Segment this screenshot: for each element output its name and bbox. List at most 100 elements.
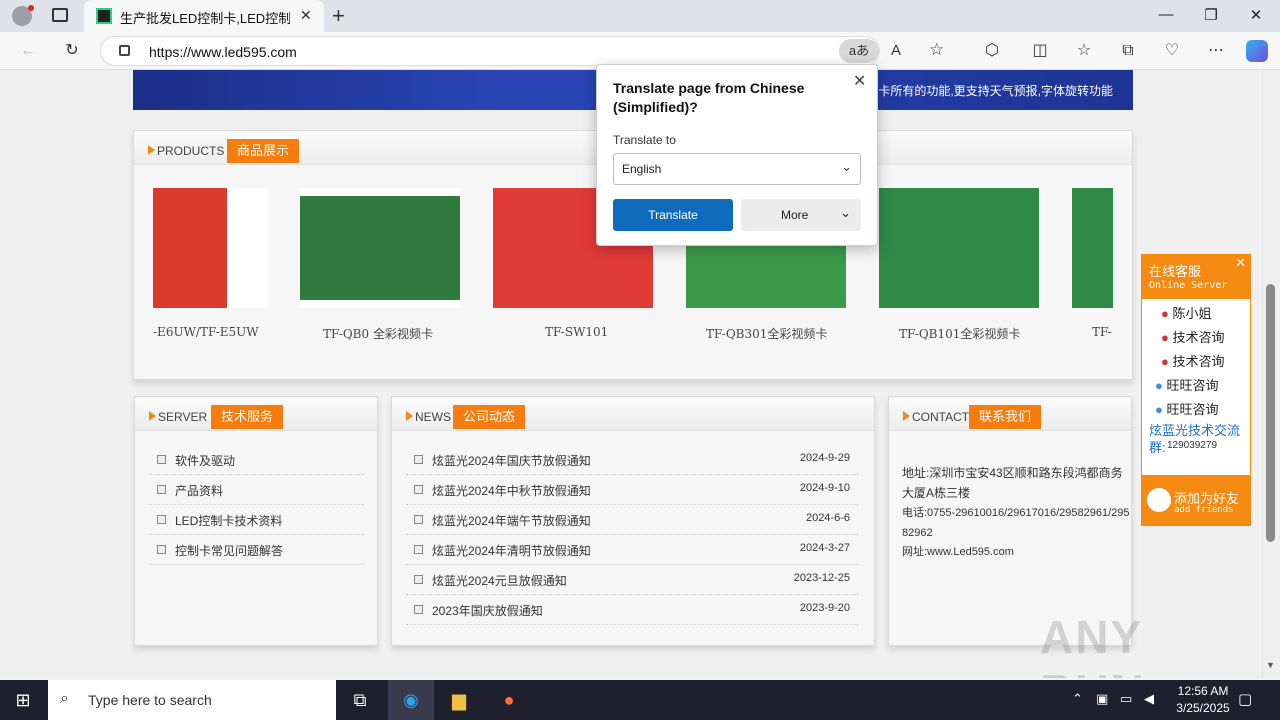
qq-icon: ● xyxy=(1161,306,1169,321)
firefox-icon[interactable]: ● xyxy=(486,680,532,720)
contact-website[interactable]: 网址:www.Led595.com xyxy=(902,543,1014,559)
collections-icon[interactable]: ⧉ xyxy=(1116,39,1140,63)
products-title: PRODUCTS xyxy=(148,144,224,158)
server-tag: 技术服务 xyxy=(211,405,284,429)
list-item[interactable]: LED控制卡技术资料 xyxy=(149,505,364,535)
notification-icon[interactable]: ▢ xyxy=(1238,690,1252,708)
news-title: NEWS xyxy=(406,410,451,424)
contact-phone: 电话:0755-29610016/29617016/29582961/29582… xyxy=(902,507,1130,539)
favorite-star-icon[interactable]: ☆ xyxy=(929,40,944,60)
banner-text: 卡所有的功能,更支持天气预报,字体旋转功能 xyxy=(878,84,1113,98)
tray-device-icon[interactable]: ▣ xyxy=(1096,691,1108,707)
task-view-icon[interactable]: ⧉ xyxy=(337,680,383,720)
product-image[interactable] xyxy=(1072,188,1113,308)
volume-icon[interactable]: ◀ xyxy=(1144,691,1154,707)
edge-icon[interactable]: ◉ xyxy=(388,680,434,720)
news-item[interactable]: 炫蓝光2024年中秋节放假通知 2024-9-10 xyxy=(406,475,858,505)
clock-time[interactable]: 12:56 AM xyxy=(1166,684,1240,698)
contact-title: CONTACT xyxy=(903,410,969,424)
taskbar-search[interactable]: ⌕ Type here to search xyxy=(48,680,336,720)
browser-essentials-icon[interactable]: ♡ xyxy=(1160,39,1184,63)
product-caption[interactable]: TF-QB0 全彩视频卡 xyxy=(323,325,433,342)
language-value: English xyxy=(622,162,662,176)
translate-button[interactable]: Translate xyxy=(613,199,733,231)
add-friends-en: add friends xyxy=(1174,505,1234,515)
add-friends-button[interactable]: 添加为好友 add friends xyxy=(1141,476,1251,526)
qq-icon: ● xyxy=(1161,354,1169,369)
list-item[interactable]: 控制卡常见问题解答 xyxy=(149,535,364,565)
news-item[interactable]: 炫蓝光2024年国庆节放假通知 2024-9-29 xyxy=(406,445,858,475)
product-caption[interactable]: TF-SW101 xyxy=(545,325,608,339)
news-tag: 公司动态 xyxy=(453,405,526,429)
restore-button[interactable]: ❐ xyxy=(1199,6,1223,26)
scroll-down-icon[interactable]: ▼ xyxy=(1266,660,1275,670)
product-caption[interactable]: TF- xyxy=(1092,325,1112,339)
product-image[interactable] xyxy=(300,188,460,308)
qq-contact[interactable]: ● 技术咨询 xyxy=(1161,351,1225,370)
translate-title: Translate page from Chinese (Simplified)… xyxy=(613,80,805,115)
lock-icon[interactable] xyxy=(119,45,130,56)
vertical-scrollbar[interactable]: ▼ xyxy=(1262,70,1280,678)
qq-contact[interactable]: ● 陈小姐 xyxy=(1161,303,1212,322)
clock-date[interactable]: 3/25/2025 xyxy=(1166,701,1240,715)
product-caption[interactable]: -E6UW/TF-E5UW xyxy=(153,325,259,339)
profile-notification-dot xyxy=(28,5,34,11)
product-image[interactable] xyxy=(153,188,267,308)
wangwang-icon: ● xyxy=(1155,378,1163,393)
scroll-thumb[interactable] xyxy=(1266,284,1275,542)
favorites-icon[interactable]: ☆ xyxy=(1072,39,1096,63)
friend-icon xyxy=(1147,488,1171,512)
network-icon[interactable]: ▭ xyxy=(1120,691,1132,707)
news-item[interactable]: 炫蓝光2024年清明节放假通知 2024-3-27 xyxy=(406,535,858,565)
site-favicon-icon xyxy=(96,8,112,24)
online-close-icon[interactable]: ✕ xyxy=(1235,255,1246,271)
translate-popup: Translate page from Chinese (Simplified)… xyxy=(596,64,878,246)
back-icon[interactable]: ← xyxy=(16,39,40,63)
windows-taskbar: ⊞ ⌕ Type here to search ⧉ ◉ ▆ ● ⌃ ▣ ▭ ◀ … xyxy=(0,680,1280,720)
new-tab-button[interactable]: + xyxy=(332,3,345,29)
translate-close-icon[interactable]: ✕ xyxy=(853,71,866,91)
url-text[interactable]: https://www.led595.com xyxy=(149,44,297,60)
read-aloud-icon[interactable]: A xyxy=(891,42,901,59)
address-bar[interactable]: https://www.led595.com aあ A ☆ xyxy=(100,36,944,66)
settings-more-icon[interactable]: ⋯ xyxy=(1204,39,1228,63)
tab-close-icon[interactable]: ✕ xyxy=(300,7,312,24)
product-caption[interactable]: TF-QB101全彩视频卡 xyxy=(899,325,1020,342)
wangwang-icon: ● xyxy=(1155,402,1163,417)
split-screen-icon[interactable]: ◫ xyxy=(1028,39,1052,63)
more-button[interactable]: More ⌄ xyxy=(741,199,861,231)
refresh-icon[interactable]: ↻ xyxy=(60,39,84,63)
start-icon[interactable]: ⊞ xyxy=(0,680,46,720)
copilot-icon[interactable] xyxy=(1246,40,1268,62)
wangwang-contact[interactable]: ● 旺旺咨询 xyxy=(1155,375,1219,394)
tab-title: 生产批发LED控制卡,LED控制卡,G xyxy=(120,11,290,26)
qq-contact[interactable]: ● 技术咨询 xyxy=(1161,327,1225,346)
news-item[interactable]: 炫蓝光2024元旦放假通知 2023-12-25 xyxy=(406,565,858,595)
file-explorer-icon[interactable]: ▆ xyxy=(436,680,482,720)
minimize-button[interactable]: — xyxy=(1154,6,1178,26)
translate-icon[interactable]: aあ xyxy=(839,39,879,63)
contact-address: 地址:深圳市宝安43区顺和路东段鸿都商务大厦A栋三楼 xyxy=(902,466,1123,500)
product-image[interactable] xyxy=(879,188,1039,308)
extensions-icon[interactable]: ⬡ xyxy=(980,39,1004,63)
tray-chevron-icon[interactable]: ⌃ xyxy=(1072,691,1083,707)
search-icon: ⌕ xyxy=(60,690,69,707)
wangwang-contact[interactable]: ● 旺旺咨询 xyxy=(1155,399,1219,418)
server-panel: SERVER 技术服务 软件及驱动 产品资料 LED控制卡技术资料 控制卡常见问… xyxy=(134,396,378,646)
news-item[interactable]: 2023年国庆放假通知 2023-9-20 xyxy=(406,595,858,625)
product-caption[interactable]: TF-QB301全彩视频卡 xyxy=(706,325,827,342)
online-title: 在线客服 xyxy=(1149,264,1202,279)
qq-icon: ● xyxy=(1161,330,1169,345)
tab-actions-icon[interactable] xyxy=(52,8,68,22)
qq-group-number[interactable]: 129039279 xyxy=(1167,440,1217,451)
search-placeholder: Type here to search xyxy=(88,692,212,708)
list-item[interactable]: 产品资料 xyxy=(149,475,364,505)
close-window-button[interactable]: ✕ xyxy=(1244,6,1268,26)
list-item[interactable]: 软件及驱动 xyxy=(149,445,364,475)
online-header: 在线客服 Online Server ✕ xyxy=(1141,254,1251,298)
translate-to-label: Translate to xyxy=(613,133,676,147)
active-tab[interactable]: 生产批发LED控制卡,LED控制卡,G ✕ xyxy=(84,0,324,32)
server-title: SERVER xyxy=(149,410,207,424)
news-item[interactable]: 炫蓝光2024年端午节放假通知 2024-6-6 xyxy=(406,505,858,535)
language-select[interactable]: English ⌄ xyxy=(613,153,861,185)
